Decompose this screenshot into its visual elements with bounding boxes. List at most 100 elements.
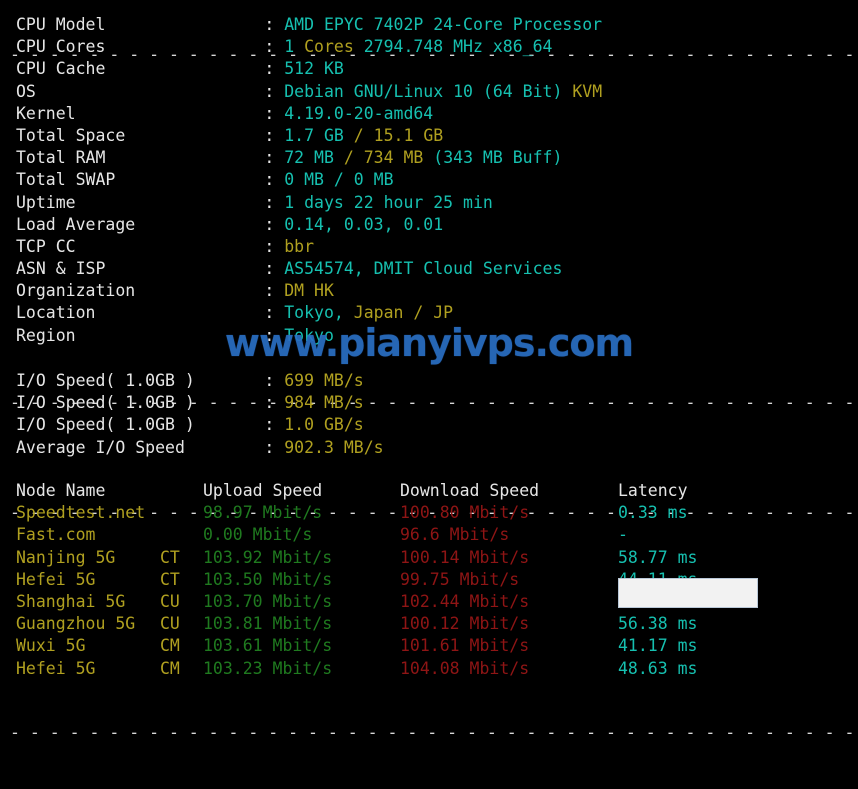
cell-isp: CM	[160, 636, 180, 656]
sysinfo-label: Total RAM	[16, 148, 265, 168]
sysinfo-label: Load Average	[16, 214, 265, 234]
sysinfo-row: ASN & ISP : AS54574, DMIT Cloud Services	[0, 258, 858, 280]
cell-download-speed: 96.6 Mbit/s	[400, 525, 510, 545]
sysinfo-label: Total Space	[16, 125, 265, 145]
sysinfo-colon: :	[264, 37, 285, 57]
sysinfo-value-part: Tokyo	[284, 325, 334, 345]
sysinfo-row: OS : Debian GNU/Linux 10 (64 Bit) KVM	[0, 81, 858, 103]
cell-upload-speed: 103.61 Mbit/s	[203, 636, 333, 656]
sysinfo-colon: :	[264, 125, 285, 145]
io-speed-row: I/O Speed( 1.0GB ) : 1.0 GB/s	[0, 414, 858, 436]
sysinfo-value-part: KVM	[572, 81, 603, 101]
speedtest-header-row: Node Name Upload Speed Download Speed Laten…	[0, 480, 858, 502]
sysinfo-value: AS54574, DMIT Cloud Services	[284, 259, 562, 278]
sysinfo-value: DM HK	[284, 281, 334, 300]
sysinfo-value-part: 1	[284, 37, 305, 57]
cell-isp: CT	[160, 547, 180, 567]
cell-upload-speed: 103.70 Mbit/s	[203, 591, 333, 611]
io-speed-row: I/O Speed( 1.0GB ) : 699 MB/s	[0, 370, 858, 392]
cell-node-name: Hefei 5G	[16, 658, 96, 678]
sysinfo-label: Location	[16, 303, 265, 323]
sysinfo-value-part: 0.14, 0.03, 0.01	[284, 214, 444, 234]
sysinfo-colon: :	[264, 192, 285, 212]
sysinfo-row: Location : Tokyo, Japan / JP	[0, 302, 858, 324]
sysinfo-value-part: 1.7 GB	[284, 125, 354, 145]
sysinfo-value-part: Tokyo,	[284, 303, 354, 323]
cell-isp: CU	[160, 591, 180, 611]
table-row: Fast.com 0.00 Mbit/s 96.6 Mbit/s -	[0, 524, 858, 546]
io-speed-colon: :	[264, 393, 285, 413]
io-speed-value: 1.0 GB/s	[284, 415, 364, 435]
sysinfo-value: AMD EPYC 7402P 24-Core Processor	[284, 15, 602, 34]
sysinfo-value-part: AMD EPYC 7402P 24-Core Processor	[284, 15, 603, 34]
io-speed-row: I/O Speed( 1.0GB ) : 984 MB/s	[0, 392, 858, 414]
sysinfo-value: 72 MB / 734 MB (343 MB Buff)	[284, 148, 562, 167]
io-speed-colon: :	[264, 371, 285, 390]
cell-download-speed: 101.61 Mbit/s	[400, 636, 530, 656]
sysinfo-value-part: bbr	[284, 236, 315, 256]
sysinfo-value: 4.19.0-20-amd64	[284, 104, 433, 123]
io-speed-colon: :	[264, 437, 285, 457]
sysinfo-colon: :	[264, 59, 285, 79]
sysinfo-value: 1.7 GB / 15.1 GB	[284, 126, 443, 145]
table-row: Hefei 5G CM 103.23 Mbit/s 104.08 Mbit/s 48.6…	[0, 658, 858, 680]
cell-node-name: Wuxi 5G	[16, 636, 86, 656]
cell-latency: -	[618, 525, 628, 545]
sysinfo-row: Region : Tokyo	[0, 325, 858, 347]
sysinfo-value: Tokyo	[284, 326, 334, 345]
table-row: Nanjing 5G CT 103.92 Mbit/s 100.14 Mbit/s 58…	[0, 547, 858, 569]
sysinfo-colon: :	[264, 325, 285, 345]
cell-latency: 43.35 ms	[618, 591, 698, 611]
sysinfo-colon: :	[264, 214, 285, 234]
sysinfo-label: CPU Cores	[16, 37, 265, 57]
sysinfo-label: Uptime	[16, 192, 265, 212]
sysinfo-row: Uptime : 1 days 22 hour 25 min	[0, 192, 858, 214]
sysinfo-label: TCP CC	[16, 236, 265, 256]
sysinfo-value-part: 2794.748 MHz x86_64	[353, 37, 553, 57]
cell-node-name: Fast.com	[16, 525, 96, 545]
sysinfo-row: Total SWAP : 0 MB / 0 MB	[0, 169, 858, 191]
sysinfo-value-part: 72 MB	[284, 148, 344, 168]
cell-latency: 0.33 ms	[618, 503, 688, 523]
sysinfo-colon: :	[264, 103, 285, 123]
sysinfo-label: ASN & ISP	[16, 259, 265, 279]
io-speed-colon: :	[264, 415, 285, 435]
cell-latency: 41.17 ms	[618, 636, 698, 656]
sysinfo-colon: :	[264, 281, 285, 301]
sysinfo-label: Organization	[16, 281, 265, 301]
cell-latency: 58.77 ms	[618, 547, 698, 567]
io-speed-label: I/O Speed( 1.0GB )	[16, 415, 265, 435]
io-speed-block: I/O Speed( 1.0GB ) : 699 MB/s I/O Speed( …	[0, 370, 858, 459]
table-row: Hefei 5G CT 103.50 Mbit/s 99.75 Mbit/s 44.11…	[0, 569, 858, 591]
column-header-upload: Upload Speed	[203, 481, 323, 500]
sysinfo-colon: :	[264, 259, 285, 279]
sysinfo-colon: :	[264, 170, 285, 190]
cell-download-speed: 99.75 Mbit/s	[400, 569, 520, 589]
sysinfo-colon: :	[264, 303, 285, 323]
sysinfo-label: Total SWAP	[16, 170, 265, 190]
sysinfo-value-part: 1 days 22 hour 25 min	[284, 192, 493, 212]
cell-upload-speed: 103.81 Mbit/s	[203, 614, 333, 634]
cell-isp: CM	[160, 658, 180, 678]
terminal-output: - - - - - - - - - - - - - - - - - - - - …	[0, 0, 858, 742]
cell-node-name: Hefei 5G	[16, 569, 96, 589]
sysinfo-value: Debian GNU/Linux 10 (64 Bit) KVM	[284, 82, 602, 101]
sysinfo-row: TCP CC : bbr	[0, 236, 858, 258]
io-speed-value: 902.3 MB/s	[284, 437, 384, 457]
cell-upload-speed: 103.23 Mbit/s	[203, 658, 333, 678]
sysinfo-value-part: 4.19.0-20-amd64	[284, 103, 434, 123]
sysinfo-value-part: / 15.1 GB	[353, 125, 444, 145]
cell-upload-speed: 98.97 Mbit/s	[203, 503, 323, 523]
system-info-block: CPU Model : AMD EPYC 7402P 24-Core Proce…	[0, 14, 858, 347]
io-speed-value: 984 MB/s	[284, 393, 364, 413]
cell-node-name: Nanjing 5G	[16, 547, 116, 567]
sysinfo-row: CPU Cores : 1 Cores 2794.748 MHz x86_64	[0, 36, 858, 58]
sysinfo-value-part: Cores	[304, 37, 354, 57]
sysinfo-colon: :	[264, 15, 285, 34]
sysinfo-value-part: / 734 MB	[343, 148, 424, 168]
sysinfo-label: CPU Model	[16, 15, 265, 34]
table-row: Guangzhou 5G CU 103.81 Mbit/s 100.12 Mbit/s…	[0, 613, 858, 635]
speedtest-table: Node Name Upload Speed Download Speed Laten…	[0, 480, 858, 680]
sysinfo-value-part: (343 MB Buff)	[423, 148, 563, 168]
sysinfo-row: Organization : DM HK	[0, 280, 858, 302]
